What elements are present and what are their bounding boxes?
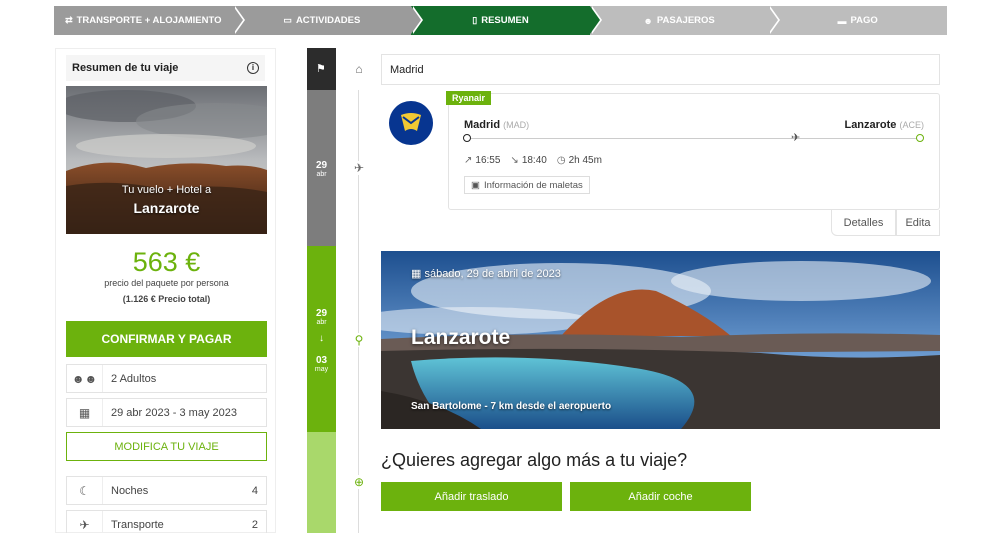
arrive-time: 18:40 — [521, 155, 547, 166]
flight-duration: 2h 45m — [568, 155, 602, 166]
travellers-row[interactable]: ☻☻ 2 Adultos — [66, 364, 267, 393]
destination-subtitle: San Bartolome - 7 km desde el aeropuerto — [411, 401, 612, 412]
modify-trip-button[interactable]: Modifica tu viaje — [66, 432, 267, 461]
baggage-label: Información de maletas — [483, 179, 583, 191]
clock-icon: ◷ — [556, 155, 566, 166]
plane-icon: ✈ — [351, 161, 367, 175]
destination-code: (ACE) — [899, 120, 925, 130]
origin-value: Madrid — [390, 63, 424, 76]
flight-destination: Lanzarote (ACE) — [844, 119, 924, 131]
step-label: Actividades — [295, 15, 361, 26]
date-day: 29 — [315, 308, 328, 319]
origin-code: (MAD) — [503, 120, 530, 130]
calendar-icon: ▦ — [411, 268, 425, 280]
moon-icon: ☾ — [67, 477, 103, 504]
step-transport[interactable]: ⇄ Transporte + Alojamiento — [54, 6, 245, 35]
transport-value: 2 — [251, 518, 258, 531]
takeoff-icon: ↗ — [464, 155, 473, 166]
date-month: abr — [316, 319, 327, 326]
ryanair-logo — [389, 101, 433, 145]
add-circle-icon[interactable]: ⊕ — [351, 475, 367, 489]
add-transfer-button[interactable]: Añadir traslado — [381, 482, 562, 511]
origin-dot — [463, 134, 471, 142]
ticket-icon: ▭ — [283, 15, 292, 25]
origin-field: Madrid — [381, 54, 940, 85]
landing-icon: ↘ — [510, 155, 519, 166]
home-icon: ⌂ — [351, 62, 367, 76]
dates-row[interactable]: ▦ 29 abr 2023 - 3 may 2023 — [66, 398, 267, 427]
step-label: Resumen — [481, 15, 529, 26]
price-label: precio del paquete por persona — [104, 278, 229, 288]
trip-summary-panel: Resumen de tu viaje i Tu vuelo + Hotel a… — [55, 48, 276, 533]
flight-times: ↗ 16:55 ↘ 18:40 ◷ 2h 45m — [464, 155, 602, 166]
destination-city: Lanzarote — [844, 119, 897, 131]
step-label: Pago — [850, 15, 878, 26]
step-payment[interactable]: ▬ Pago — [768, 6, 947, 35]
document-icon: ▯ — [472, 15, 478, 25]
origin-city: Madrid — [464, 119, 501, 131]
people-icon: ☻ — [643, 15, 653, 26]
price-total: (1.126 € Precio total) — [122, 294, 211, 304]
flag-icon: ⚑ — [316, 63, 326, 75]
add-car-button[interactable]: Añadir coche — [570, 482, 751, 511]
timeline-date-flight: 29 abr — [307, 161, 336, 179]
dates-value: 29 abr 2023 - 3 may 2023 — [111, 406, 237, 419]
timeline-line — [358, 90, 359, 533]
plane-icon: ✈ — [791, 132, 801, 144]
location-pin-icon: ⚲ — [351, 333, 367, 347]
transport-row: ✈ Transporte 2 — [66, 510, 267, 533]
step-passengers[interactable]: ☻ Pasajeros — [589, 6, 781, 35]
nights-row: ☾ Noches 4 — [66, 476, 267, 505]
flight-origin: Madrid (MAD) — [464, 119, 529, 131]
date-text: sábado, 29 de abril de 2023 — [424, 268, 561, 280]
date-day: 29 — [315, 160, 328, 171]
plane-icon: ✈ — [67, 511, 103, 533]
people-icon: ☻☻ — [67, 365, 103, 392]
card-icon: ▬ — [837, 15, 847, 26]
extras-question: ¿Quieres agregar algo más a tu viaje? — [381, 450, 688, 470]
route-line — [470, 138, 918, 139]
destination-date: ▦ sábado, 29 de abril de 2023 — [411, 267, 561, 280]
transport-label: Transporte — [111, 518, 164, 531]
booking-stepper: ⇄ Transporte + Alojamiento ▭ Actividades… — [54, 6, 947, 35]
hero-image: Tu vuelo + Hotel a Lanzarote — [66, 86, 267, 234]
step-activities[interactable]: ▭ Actividades — [232, 6, 424, 35]
date-month: abr — [316, 171, 327, 178]
summary-title: Resumen de tu viaje — [72, 62, 179, 74]
timeline-date-end: 03 may — [307, 356, 336, 374]
nights-label: Noches — [111, 484, 149, 497]
step-label: Pasajeros — [656, 15, 715, 26]
transport-icon: ⇄ — [65, 15, 73, 25]
timeline-date-start: 29 abr — [307, 309, 336, 327]
baggage-info-button[interactable]: ▣ Información de maletas — [464, 176, 590, 194]
confirm-pay-button[interactable]: Confirmar y pagar — [66, 321, 267, 357]
luggage-icon: ▣ — [471, 179, 480, 191]
edit-tab[interactable]: Edita — [896, 210, 940, 236]
arrow-down-icon: ↓ — [319, 333, 324, 344]
destination-title: Lanzarote — [411, 326, 511, 349]
package-price: 563 € — [132, 247, 201, 277]
airline-badge: Ryanair — [446, 91, 492, 105]
step-summary[interactable]: ▯ Resumen — [411, 6, 602, 35]
depart-time: 16:55 — [475, 155, 501, 166]
timeline-bar: ⚑ 29 abr 29 abr ↓ 03 may — [307, 48, 336, 533]
date-month: may — [314, 366, 329, 373]
date-day: 03 — [315, 355, 328, 366]
details-tab[interactable]: Detalles — [831, 210, 896, 236]
travellers-value: 2 Adultos — [111, 372, 157, 385]
info-icon[interactable]: i — [247, 62, 259, 74]
hero-subtitle: Tu vuelo + Hotel a — [121, 184, 212, 196]
step-label: Transporte + Alojamiento — [76, 15, 222, 26]
destination-dot — [916, 134, 924, 142]
nights-value: 4 — [251, 484, 258, 497]
calendar-icon: ▦ — [67, 399, 103, 426]
hero-title: Lanzarote — [133, 200, 200, 216]
